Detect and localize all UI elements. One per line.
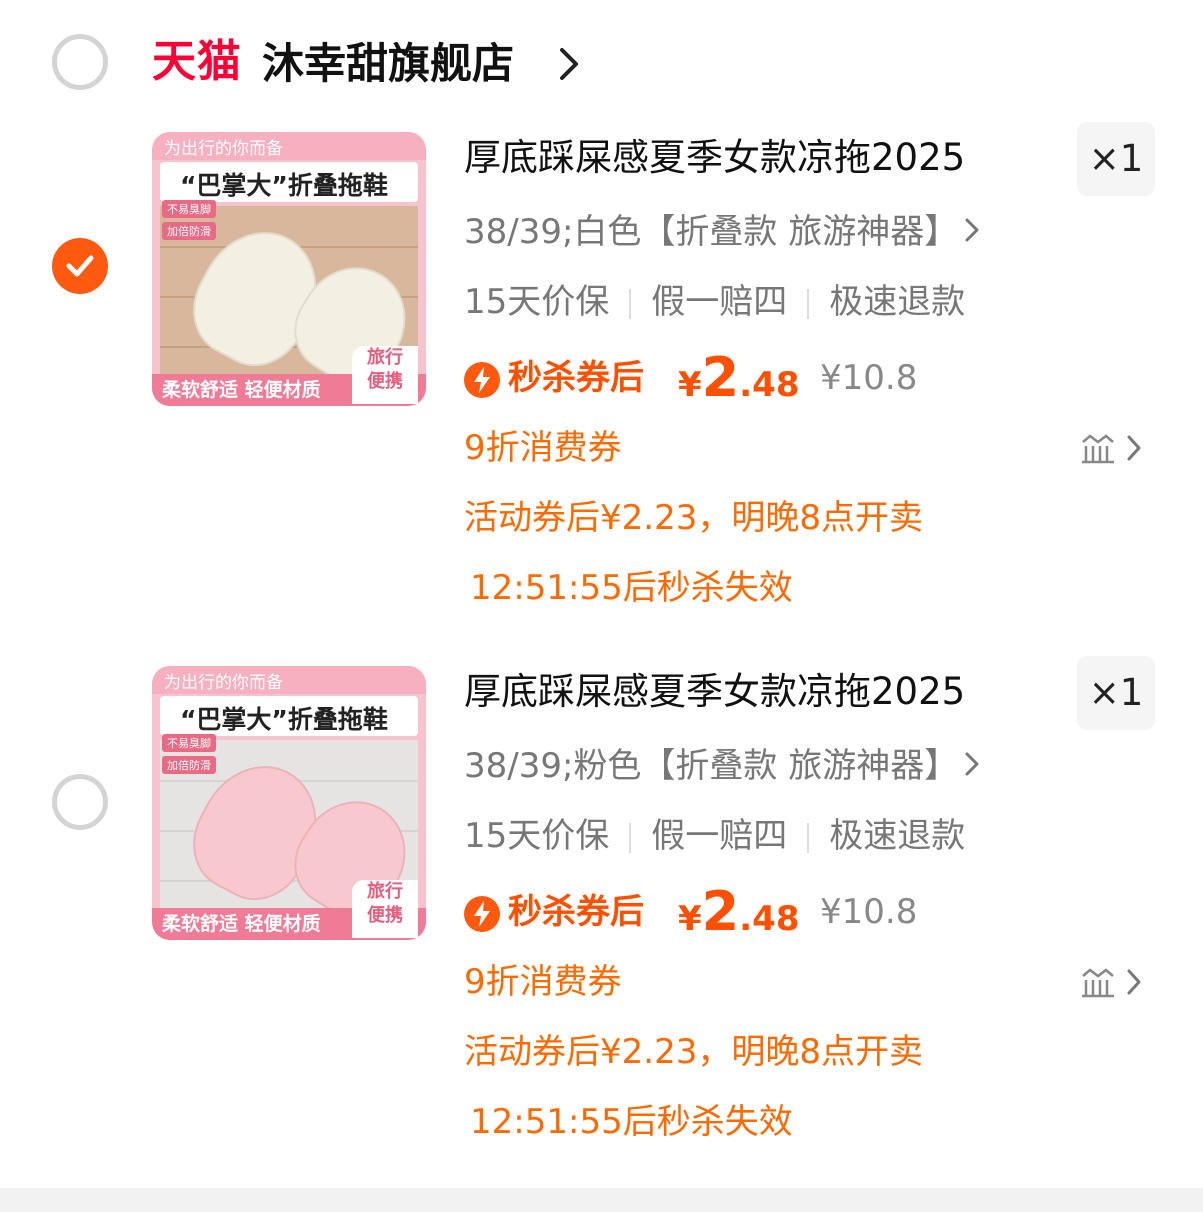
service-tag: 15天价保	[464, 282, 610, 322]
chevron-right-icon	[965, 218, 979, 242]
coupon-text: 9折消费券	[464, 428, 622, 468]
thumb-bottom-text: 柔软舒适 轻便材质	[162, 379, 321, 401]
sku-selector[interactable]: 38/39;粉色【折叠款 旅游神器】	[464, 744, 980, 788]
product-thumbnail[interactable]: 为出行的你而备 “巴掌大”折叠拖鞋 不易臭脚 加倍防滑 柔软舒适 轻便材质 旅行…	[152, 132, 426, 406]
coupon-icon[interactable]	[1080, 966, 1116, 998]
service-tag: 极速退款	[829, 816, 966, 856]
countdown-text: 12:51:55后秒杀失效	[470, 1102, 793, 1142]
divider	[629, 822, 632, 853]
coupon-icon[interactable]	[1080, 432, 1116, 464]
price-row: 秒杀券后 ¥2.48 ¥10.8	[464, 882, 964, 942]
promo-text: 活动券后¥2.23，明晚8点开卖	[464, 1032, 923, 1072]
current-price: ¥2.48	[678, 880, 800, 943]
quantity-badge[interactable]: ×1	[1077, 656, 1155, 730]
item-select-checkbox[interactable]	[52, 774, 108, 830]
thumb-headline-box: “巴掌大”折叠拖鞋	[160, 696, 418, 736]
coupon-text: 9折消费券	[464, 962, 622, 1002]
service-tags: 15天价保 假一赔四 极速退款	[464, 814, 965, 858]
sku-selector[interactable]: 38/39;白色【折叠款 旅游神器】	[464, 210, 980, 254]
checkmark-icon	[66, 255, 94, 277]
thumb-chip: 加倍防滑	[162, 222, 216, 240]
chevron-right-icon	[965, 752, 979, 776]
thumb-headline-box: “巴掌大”折叠拖鞋	[160, 162, 418, 202]
chevron-right-icon[interactable]	[1126, 968, 1142, 996]
divider	[807, 822, 810, 853]
item-select-checkbox-checked[interactable]	[52, 238, 108, 294]
cart-item: 为出行的你而备 “巴掌大”折叠拖鞋 不易臭脚 加倍防滑 柔软舒适 轻便材质 旅行…	[0, 534, 1203, 1142]
thumb-tagline: 为出行的你而备	[164, 673, 283, 693]
lightning-icon	[464, 362, 500, 398]
product-title[interactable]: 厚底踩屎感夏季女款凉拖2025	[464, 136, 965, 180]
current-price: ¥2.48	[678, 346, 800, 409]
thumb-tagline: 为出行的你而备	[164, 139, 283, 159]
quantity-badge[interactable]: ×1	[1077, 122, 1155, 196]
price-label: 秒杀券后	[508, 892, 644, 932]
service-tags: 15天价保 假一赔四 极速退款	[464, 280, 965, 324]
sku-text: 38/39;粉色【折叠款 旅游神器】	[464, 746, 959, 786]
price-row: 秒杀券后 ¥2.48 ¥10.8	[464, 348, 964, 408]
thumb-bottom-text: 柔软舒适 轻便材质	[162, 913, 321, 935]
service-tag: 15天价保	[464, 816, 610, 856]
price-label: 秒杀券后	[508, 358, 644, 398]
divider	[629, 288, 632, 319]
thumb-headline: “巴掌大”折叠拖鞋	[180, 171, 388, 200]
product-thumbnail[interactable]: 为出行的你而备 “巴掌大”折叠拖鞋 不易臭脚 加倍防滑 柔软舒适 轻便材质 旅行…	[152, 666, 426, 940]
cart-item: 为出行的你而备 “巴掌大”折叠拖鞋 不易臭脚 加倍防滑 柔软舒适 轻便材质 旅行…	[0, 0, 1203, 608]
lightning-icon	[464, 896, 500, 932]
product-title[interactable]: 厚底踩屎感夏季女款凉拖2025	[464, 670, 965, 714]
thumb-travel-badge: 旅行 便携	[352, 880, 418, 938]
original-price: ¥10.8	[820, 358, 918, 398]
sku-text: 38/39;白色【折叠款 旅游神器】	[464, 212, 959, 252]
service-tag: 极速退款	[829, 282, 966, 322]
footer-divider	[0, 1188, 1203, 1212]
thumb-travel-badge: 旅行 便携	[352, 346, 418, 404]
divider	[807, 288, 810, 319]
original-price: ¥10.8	[820, 892, 918, 932]
chevron-right-icon[interactable]	[1126, 434, 1142, 462]
service-tag: 假一赔四	[651, 816, 788, 856]
thumb-headline: “巴掌大”折叠拖鞋	[180, 705, 388, 734]
thumb-chip: 不易臭脚	[162, 200, 216, 218]
service-tag: 假一赔四	[651, 282, 788, 322]
thumb-chip: 不易臭脚	[162, 734, 216, 752]
thumb-chip: 加倍防滑	[162, 756, 216, 774]
